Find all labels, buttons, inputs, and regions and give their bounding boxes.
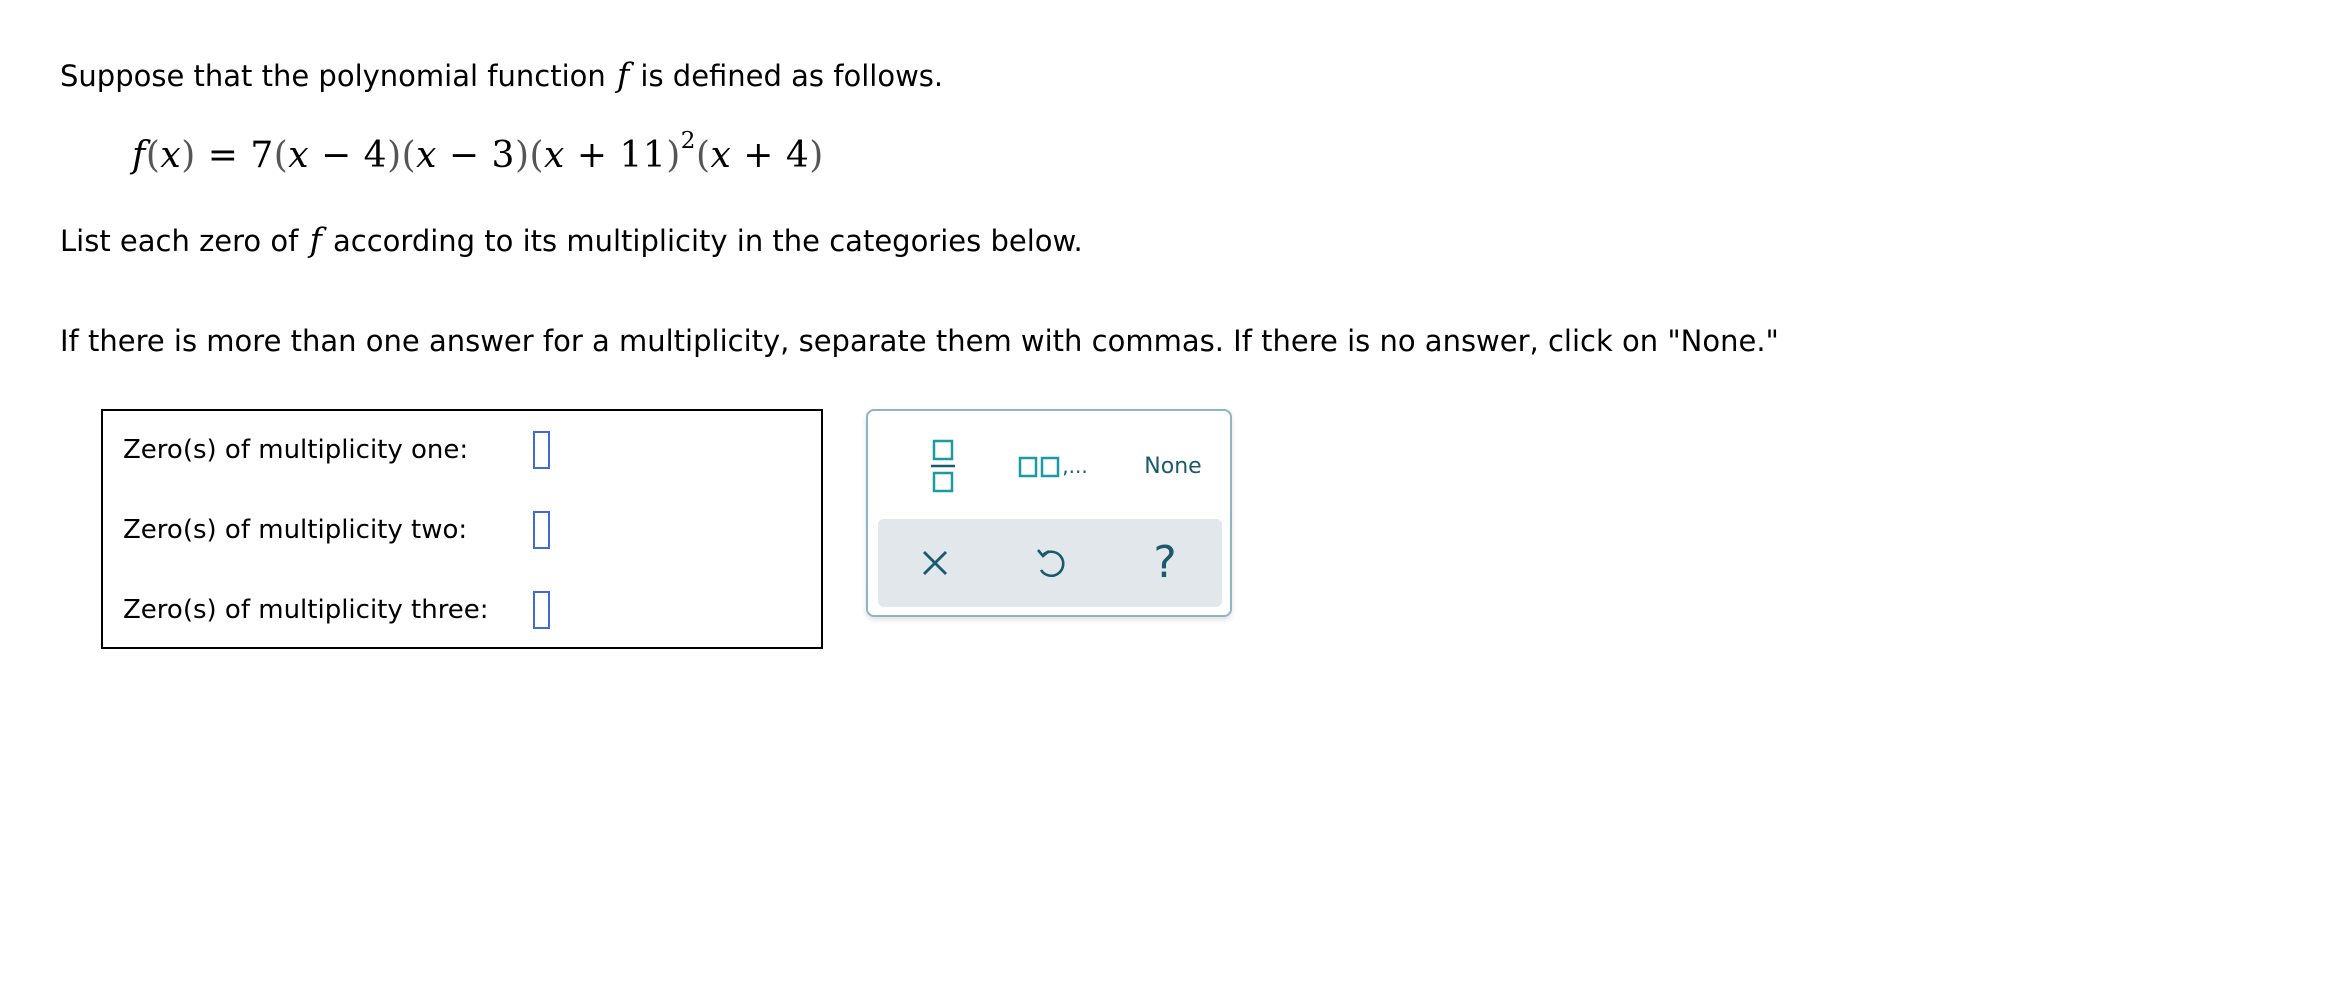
- instruction-text: List each zero of f according to its mul…: [60, 223, 1083, 256]
- fraction-icon: [931, 439, 955, 493]
- multiplicity-three-input[interactable]: [533, 591, 550, 629]
- factor1-var: x: [288, 135, 310, 176]
- factor2-var: x: [416, 135, 437, 176]
- factor3-op: +: [576, 135, 608, 176]
- close-icon: [923, 551, 947, 575]
- factor3-exponent: 2: [680, 128, 696, 154]
- formula-equals: =: [207, 135, 239, 176]
- answer-row-one: Zero(s) of multiplicity one:: [123, 426, 550, 474]
- factor4-op: +: [743, 135, 774, 176]
- intro-before: Suppose that the polynomial function: [60, 59, 606, 93]
- instruction-before: List each zero of: [60, 224, 299, 258]
- factor4-const: 4: [785, 135, 810, 176]
- multiplicity-two-label: Zero(s) of multiplicity two:: [123, 515, 468, 545]
- formula-lhs-var: x: [160, 135, 182, 176]
- formula-coef: 7: [250, 135, 274, 176]
- instruction-function-name: f: [309, 220, 322, 259]
- factor4-var: x: [710, 135, 732, 176]
- multiplicity-one-input[interactable]: [533, 431, 550, 469]
- answer-row-three: Zero(s) of multiplicity three:: [123, 586, 550, 634]
- keypad-action-tray: ?: [878, 519, 1222, 607]
- math-keypad: ,... None ?: [866, 409, 1232, 617]
- undo-button[interactable]: [1010, 519, 1090, 607]
- instruction-after: according to its multiplicity in the cat…: [333, 224, 1083, 258]
- intro-text: Suppose that the polynomial function f i…: [60, 58, 943, 91]
- multiplicity-one-label: Zero(s) of multiplicity one:: [123, 435, 469, 465]
- answer-box: Zero(s) of multiplicity one: Zero(s) of …: [101, 409, 823, 649]
- clear-button[interactable]: [895, 519, 975, 607]
- factor1-const: 4: [363, 135, 388, 176]
- comma-list-suffix: ,...: [1062, 454, 1088, 478]
- help-icon: ?: [1153, 537, 1177, 588]
- multiplicity-three-label: Zero(s) of multiplicity three:: [123, 595, 489, 625]
- factor1-op: −: [321, 135, 352, 176]
- formula-func: f: [132, 135, 146, 176]
- factor2-op: −: [448, 135, 480, 176]
- answer-note: If there is more than one answer for a m…: [60, 324, 1779, 358]
- help-button[interactable]: ?: [1125, 519, 1205, 607]
- none-button[interactable]: None: [1128, 431, 1218, 501]
- comma-list-button[interactable]: ,...: [1008, 431, 1098, 501]
- function-name: f: [616, 55, 630, 94]
- polynomial-formula: f(x) = 7(x − 4)(x − 3)(x + 11)2(x + 4): [132, 128, 824, 176]
- factor3-const: 11: [619, 135, 667, 176]
- factor2-const: 3: [491, 135, 515, 176]
- factor3-var: x: [544, 135, 565, 176]
- undo-icon: [1037, 549, 1065, 577]
- answer-row-two: Zero(s) of multiplicity two:: [123, 506, 550, 554]
- intro-after: is defined as follows.: [640, 59, 944, 93]
- fraction-button[interactable]: [908, 431, 978, 501]
- multiplicity-two-input[interactable]: [533, 511, 550, 549]
